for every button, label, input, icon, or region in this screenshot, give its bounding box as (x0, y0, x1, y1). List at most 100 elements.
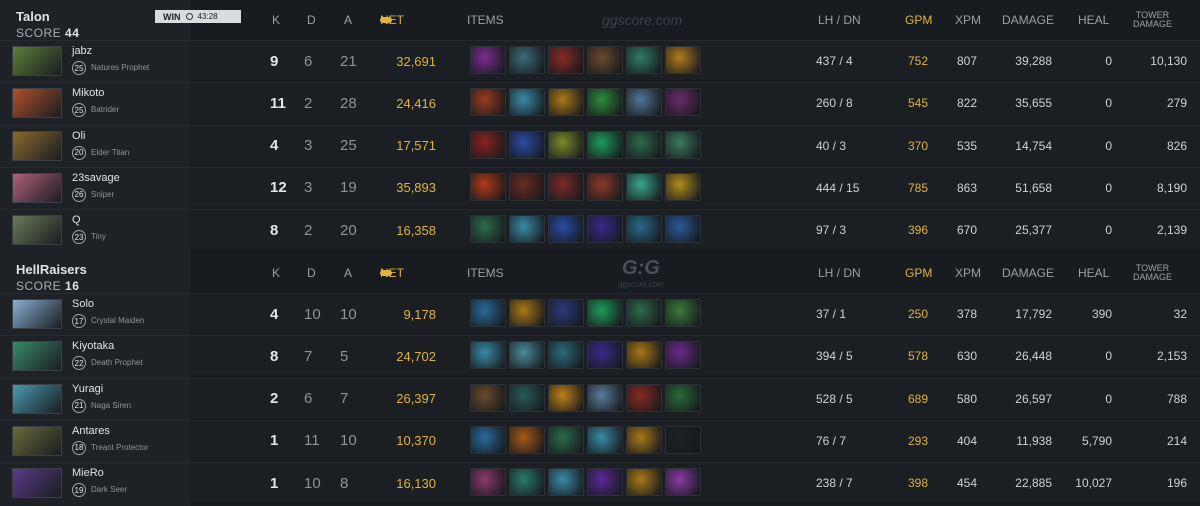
player-card[interactable]: MieRo 19 Dark Seer (0, 462, 190, 502)
player-name[interactable]: Antares (72, 425, 110, 437)
player-name[interactable]: Yuragi (72, 383, 103, 395)
item-icon[interactable] (509, 172, 545, 201)
item-icon[interactable] (626, 215, 662, 244)
item-icon[interactable] (587, 88, 623, 117)
col-heal-header[interactable]: HEAL (1078, 253, 1109, 293)
col-items-header[interactable]: ITEMS (467, 0, 504, 40)
item-icon[interactable] (548, 383, 584, 412)
item-icon[interactable] (470, 88, 506, 117)
col-gpm-header[interactable]: GPM (905, 253, 932, 293)
item-icon[interactable] (548, 468, 584, 497)
col-a-header[interactable]: A (344, 0, 352, 40)
item-icon[interactable] (470, 468, 506, 497)
item-icon[interactable] (587, 383, 623, 412)
item-icon[interactable] (470, 299, 506, 327)
player-card[interactable]: Kiyotaka 22 Death Prophet (0, 335, 190, 375)
item-icon[interactable] (509, 468, 545, 497)
item-icon[interactable] (665, 215, 701, 244)
player-card[interactable]: Oli 20 Elder Titan (0, 124, 190, 165)
col-xpm-header[interactable]: XPM (955, 253, 981, 293)
col-damage-header[interactable]: DAMAGE (1002, 253, 1054, 293)
item-icon[interactable] (626, 130, 662, 159)
col-heal-header[interactable]: HEAL (1078, 0, 1109, 40)
item-icon[interactable] (548, 425, 584, 454)
player-card[interactable]: Mikoto 25 Batrider (0, 82, 190, 122)
item-icon[interactable] (587, 130, 623, 159)
item-icon[interactable] (509, 130, 545, 159)
item-icon[interactable] (470, 383, 506, 412)
col-k-header[interactable]: K (272, 253, 280, 293)
item-icon[interactable] (509, 299, 545, 327)
item-icon[interactable] (548, 341, 584, 370)
col-lhdn-header[interactable]: LH / DN (818, 253, 861, 293)
col-a-header[interactable]: A (344, 253, 352, 293)
item-icon[interactable] (470, 172, 506, 201)
item-icon[interactable] (665, 172, 701, 201)
item-icon[interactable] (665, 341, 701, 370)
team-name[interactable]: HellRaisers (16, 262, 87, 277)
item-icon[interactable] (626, 341, 662, 370)
item-icon[interactable] (626, 468, 662, 497)
item-icon[interactable] (665, 425, 701, 454)
player-name[interactable]: Oli (72, 130, 85, 142)
player-name[interactable]: Mikoto (72, 87, 104, 99)
col-k-header[interactable]: K (272, 0, 280, 40)
col-tower-header[interactable]: TOWER DAMAGE (1133, 0, 1172, 40)
col-items-header[interactable]: ITEMS (467, 253, 504, 293)
col-lhdn-header[interactable]: LH / DN (818, 0, 861, 40)
player-name[interactable]: Solo (72, 298, 94, 310)
col-d-header[interactable]: D (307, 253, 316, 293)
item-icon[interactable] (509, 383, 545, 412)
col-damage-header[interactable]: DAMAGE (1002, 0, 1054, 40)
item-icon[interactable] (548, 172, 584, 201)
item-icon[interactable] (548, 130, 584, 159)
item-icon[interactable] (587, 46, 623, 74)
item-icon[interactable] (548, 88, 584, 117)
item-icon[interactable] (470, 130, 506, 159)
item-icon[interactable] (509, 425, 545, 454)
item-icon[interactable] (587, 341, 623, 370)
player-name[interactable]: jabz (72, 45, 92, 57)
player-card[interactable]: 23savage 26 Sniper (0, 166, 190, 207)
player-name[interactable]: Q (72, 214, 81, 226)
col-xpm-header[interactable]: XPM (955, 0, 981, 40)
item-icon[interactable] (509, 46, 545, 74)
item-icon[interactable] (665, 46, 701, 74)
player-name[interactable]: 23savage (72, 172, 120, 184)
item-icon[interactable] (665, 383, 701, 412)
item-icon[interactable] (626, 425, 662, 454)
player-card[interactable]: Solo 17 Crystal Maiden (0, 293, 190, 333)
item-icon[interactable] (626, 88, 662, 117)
item-icon[interactable] (509, 88, 545, 117)
player-card[interactable]: Q 23 Tiny (0, 209, 190, 249)
col-net-header[interactable]: NET (380, 0, 404, 40)
item-icon[interactable] (548, 215, 584, 244)
item-icon[interactable] (470, 46, 506, 74)
item-icon[interactable] (587, 172, 623, 201)
item-icon[interactable] (587, 215, 623, 244)
player-name[interactable]: MieRo (72, 467, 104, 479)
item-icon[interactable] (509, 215, 545, 244)
player-card[interactable]: jabz 25 Natures Prophet (0, 40, 190, 80)
item-icon[interactable] (548, 46, 584, 74)
item-icon[interactable] (587, 468, 623, 497)
item-icon[interactable] (470, 341, 506, 370)
item-icon[interactable] (587, 299, 623, 327)
item-icon[interactable] (665, 130, 701, 159)
item-icon[interactable] (509, 341, 545, 370)
team-name[interactable]: Talon (16, 9, 50, 24)
col-d-header[interactable]: D (307, 0, 316, 40)
item-icon[interactable] (626, 172, 662, 201)
player-card[interactable]: Antares 18 Treant Protector (0, 419, 190, 460)
item-icon[interactable] (665, 468, 701, 497)
item-icon[interactable] (665, 88, 701, 117)
col-net-header[interactable]: NET (380, 253, 404, 293)
col-tower-header[interactable]: TOWER DAMAGE (1133, 253, 1172, 293)
item-icon[interactable] (587, 425, 623, 454)
col-gpm-header[interactable]: GPM (905, 0, 932, 40)
item-icon[interactable] (470, 215, 506, 244)
item-icon[interactable] (626, 383, 662, 412)
item-icon[interactable] (665, 299, 701, 327)
item-icon[interactable] (626, 299, 662, 327)
item-icon[interactable] (548, 299, 584, 327)
